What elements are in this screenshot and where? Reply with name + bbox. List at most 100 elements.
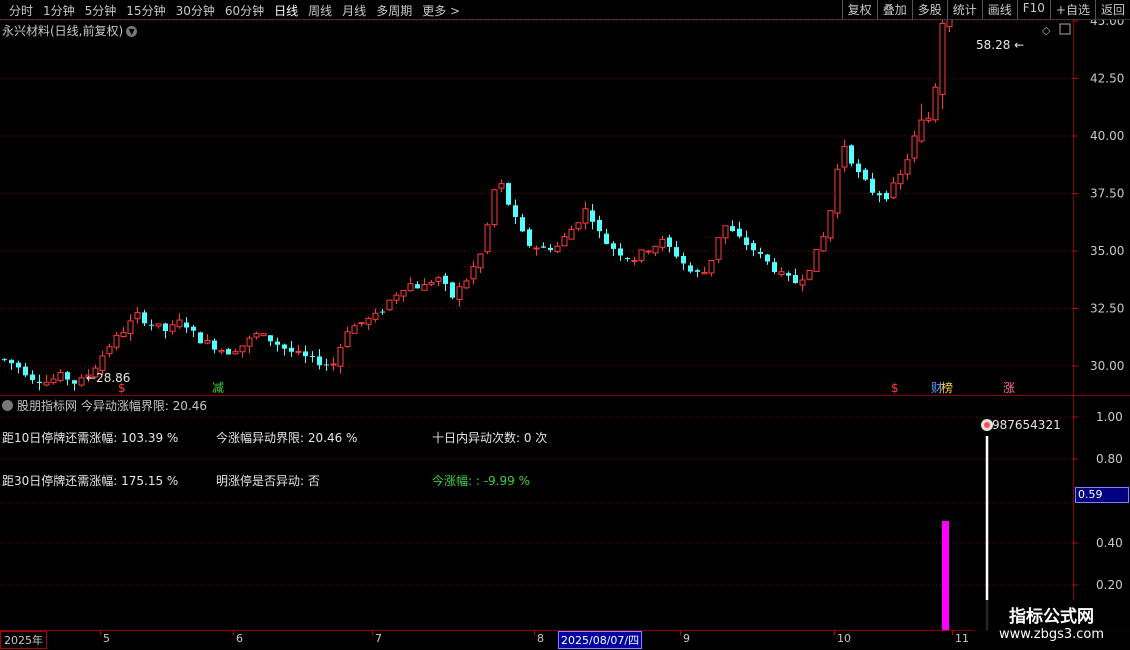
candle-body	[2, 359, 7, 361]
period-tab-8[interactable]: 月线	[337, 2, 371, 19]
candle-body	[386, 299, 393, 311]
candle-body	[246, 337, 253, 347]
candle-body	[506, 183, 511, 205]
candle-body	[520, 217, 525, 232]
price-axis-label: 30.00	[1090, 359, 1124, 373]
candle-body	[106, 346, 113, 355]
period-tab-4[interactable]: 30分钟	[171, 2, 220, 19]
action-button-5[interactable]: F10	[1016, 0, 1050, 19]
action-button-1[interactable]: 叠加	[876, 0, 912, 19]
candle-body	[253, 333, 260, 338]
watermark-title: 指标公式网	[1009, 607, 1094, 627]
candle-body	[330, 363, 337, 366]
period-tab-7[interactable]: 周线	[303, 2, 337, 19]
candle-body	[849, 145, 854, 164]
candle-body	[863, 169, 868, 180]
magenta-bar	[942, 521, 949, 630]
candle-body	[9, 359, 14, 364]
action-button-2[interactable]: 多股	[911, 0, 947, 19]
candle-body	[590, 210, 595, 222]
period-tab-2[interactable]: 5分钟	[80, 2, 122, 19]
action-buttons: 复权 叠加 多股 统计 画线 F10 +自选 返回	[841, 0, 1130, 19]
month-label: 10	[837, 632, 851, 645]
cursor-date: 2025/08/07/四	[558, 631, 643, 649]
candle-body	[380, 311, 385, 313]
period-tab-5[interactable]: 60分钟	[220, 2, 269, 19]
price-axis-label: 35.00	[1090, 244, 1124, 258]
candle-body	[443, 275, 448, 284]
candle-body	[722, 225, 729, 239]
candle-body	[477, 253, 484, 269]
candle-body	[918, 119, 925, 142]
event-marker: 减	[212, 381, 224, 395]
candle-body	[911, 135, 918, 159]
candle-body	[715, 237, 722, 260]
candle-body	[30, 374, 35, 381]
candle-body	[870, 178, 875, 193]
candlestick-chart[interactable]: 55.0052.5050.0047.5045.0042.5040.0037.50…	[0, 20, 1130, 420]
candle-body	[78, 377, 85, 386]
candle-body	[652, 245, 659, 254]
candle-body	[149, 324, 154, 326]
candle-body	[72, 380, 77, 384]
period-tab-1[interactable]: 1分钟	[38, 2, 80, 19]
period-tab-9[interactable]: 多周期	[371, 2, 417, 19]
candle-body	[212, 340, 217, 350]
action-button-0[interactable]: 复权	[841, 0, 877, 19]
event-marker: $	[118, 381, 126, 395]
candle-body	[191, 326, 196, 331]
candle-body	[470, 266, 477, 280]
candle-body	[184, 322, 189, 328]
candle-body	[806, 269, 813, 280]
indicator-chart[interactable]: 1.00 0.80 0.40 0.20 987654321	[0, 396, 1130, 631]
candle-body	[37, 381, 42, 384]
event-marker: 涨	[1003, 380, 1015, 395]
indicator-axis-label: 1.00	[1096, 410, 1123, 424]
candle-body	[604, 233, 609, 245]
period-tab-3[interactable]: 15分钟	[121, 2, 170, 19]
candle-body	[421, 284, 428, 291]
candle-body	[772, 262, 777, 273]
price-axis-label: 32.50	[1090, 302, 1124, 316]
date-tick	[680, 630, 681, 635]
action-button-4[interactable]: 画线	[981, 0, 1017, 19]
candle-body	[932, 86, 939, 121]
candle-body	[450, 282, 455, 298]
candle-body	[618, 248, 623, 256]
candle-body	[239, 345, 246, 353]
candle-body	[295, 350, 302, 353]
action-button-7[interactable]: 返回	[1094, 0, 1130, 19]
candle-body	[674, 247, 679, 257]
candle-body	[99, 355, 106, 371]
period-tab-0[interactable]: 分时	[4, 2, 38, 19]
candle-body	[23, 366, 28, 376]
candle-body	[778, 271, 785, 276]
candle-body	[925, 117, 932, 121]
candle-body	[204, 339, 211, 344]
candle-body	[498, 183, 505, 189]
candle-body	[856, 163, 861, 173]
candle-body	[484, 224, 491, 253]
candle-body	[799, 279, 806, 286]
candle-body	[561, 236, 568, 247]
action-button-6[interactable]: +自选	[1049, 0, 1095, 19]
candle-body	[134, 312, 141, 320]
candle-body	[730, 226, 735, 232]
candle-body	[533, 247, 540, 250]
candle-body	[43, 381, 50, 386]
date-tick	[534, 630, 535, 635]
candle-body	[645, 250, 652, 253]
candle-body	[50, 378, 57, 384]
action-button-3[interactable]: 统计	[946, 0, 982, 19]
period-tab-6[interactable]: 日线	[269, 2, 303, 19]
candle-body	[527, 229, 532, 246]
candle-body	[744, 237, 749, 245]
candle-body	[688, 265, 693, 272]
candle-body	[695, 270, 700, 272]
candle-body	[548, 247, 553, 251]
candle-body	[400, 289, 407, 297]
candle-body	[393, 294, 400, 301]
candle-body	[625, 258, 630, 260]
period-tab-10[interactable]: 更多 >	[417, 2, 465, 19]
candle-body	[310, 355, 315, 357]
